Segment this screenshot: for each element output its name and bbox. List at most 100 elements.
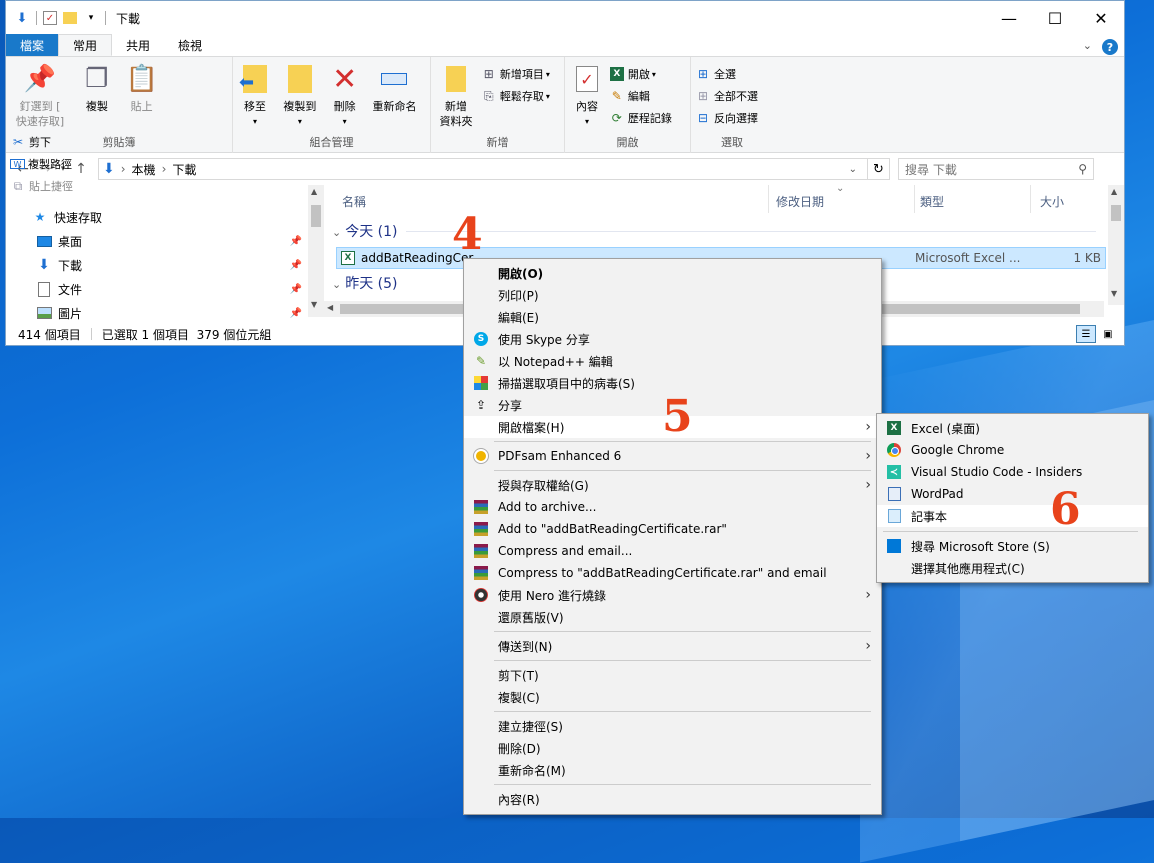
file-list-scrollbar[interactable]: ▲ ▼ xyxy=(1108,185,1124,305)
new-folder-icon[interactable] xyxy=(63,12,77,24)
menu-label: 使用 Nero 進行燒錄 xyxy=(498,588,607,603)
refresh-icon[interactable]: ↻ xyxy=(868,158,890,180)
pin-quick-access-button[interactable]: 📌 釘選到 [ 快速存取] xyxy=(10,61,70,129)
expand-ribbon-chevron-icon[interactable]: ⌄ xyxy=(1083,39,1092,55)
help-icon[interactable]: ? xyxy=(1102,39,1118,55)
open-label: 開啟 xyxy=(627,68,650,81)
new-small-buttons: ⊞ 新增項目 ▾ ⎘ 輕鬆存取 ▾ xyxy=(481,63,554,107)
paste-button[interactable]: 📋 貼上 xyxy=(124,61,160,114)
menu-item-rename[interactable]: 重新命名(M) xyxy=(464,759,881,781)
customize-toolbar-chevron-icon[interactable]: ▾ xyxy=(83,10,99,26)
select-none-label: 全部不選 xyxy=(714,90,758,103)
menu-item-skype-share[interactable]: S 使用 Skype 分享 xyxy=(464,328,881,350)
view-buttons: ☰ ▣ xyxy=(1076,325,1118,343)
excel-file-icon: X xyxy=(341,251,355,265)
close-button[interactable]: ✕ xyxy=(1078,1,1124,35)
menu-item-send-to[interactable]: 傳送到(N) › xyxy=(464,635,881,657)
copy-button[interactable]: ❐ 複製 xyxy=(74,61,120,114)
nav-item-documents[interactable]: 文件 📌 xyxy=(6,277,324,301)
delete-button[interactable]: ✕ 刪除 ▾ xyxy=(327,61,363,129)
menu-item-add-archive[interactable]: Add to archive... xyxy=(464,496,881,518)
tab-view[interactable]: 檢視 xyxy=(164,34,216,56)
open-with-vscode[interactable]: ≺ Visual Studio Code - Insiders xyxy=(877,461,1148,483)
scroll-up-arrow-icon[interactable]: ▲ xyxy=(311,187,317,196)
minimize-button[interactable]: — xyxy=(986,1,1032,35)
invert-selection-button[interactable]: ⊟ 反向選擇 xyxy=(695,107,762,129)
open-with-wordpad[interactable]: WordPad xyxy=(877,483,1148,505)
column-modified[interactable]: 修改日期 xyxy=(776,193,824,210)
scroll-down-arrow-icon[interactable]: ▼ xyxy=(311,300,317,309)
easy-access-button[interactable]: ⎘ 輕鬆存取 ▾ xyxy=(481,85,554,107)
file-scroll-thumb[interactable] xyxy=(1111,205,1121,221)
large-icons-view-icon[interactable]: ▣ xyxy=(1098,325,1118,343)
move-to-button[interactable]: ⬅ 移至 ▾ xyxy=(237,61,273,129)
nav-scroll-thumb[interactable] xyxy=(311,205,321,227)
select-all-icon: ⊞ xyxy=(697,67,709,81)
rename-button[interactable]: 重新命名 xyxy=(366,61,422,114)
choose-another-app[interactable]: 選擇其他應用程式(C) xyxy=(877,557,1148,579)
maximize-button[interactable]: ☐ xyxy=(1032,1,1078,35)
menu-item-pdfsam[interactable]: PDFsam Enhanced 6 › xyxy=(464,445,881,467)
breadcrumb-this-pc[interactable]: 本機 xyxy=(132,161,156,178)
edit-button[interactable]: ✎ 編輯 xyxy=(609,85,676,107)
new-folder-label-2: 資料夾 xyxy=(439,115,473,128)
scroll-left-arrow-icon[interactable]: ◀ xyxy=(327,303,333,312)
tab-share[interactable]: 共用 xyxy=(112,34,164,56)
copy-to-button[interactable]: 複製到 ▾ xyxy=(277,61,323,129)
tab-home[interactable]: 常用 xyxy=(58,34,113,56)
tab-file[interactable]: 檔案 xyxy=(6,34,59,56)
menu-item-properties[interactable]: 內容(R) xyxy=(464,788,881,810)
new-item-button[interactable]: ⊞ 新增項目 ▾ xyxy=(481,63,554,85)
group-header-today[interactable]: ⌄ 今天 (1) xyxy=(332,221,398,241)
history-button[interactable]: ⟳ 歷程記錄 xyxy=(609,107,676,129)
menu-item-nero-burn[interactable]: 使用 Nero 進行燒錄 › xyxy=(464,584,881,606)
properties-button[interactable]: ✓ 內容 ▾ xyxy=(569,61,605,129)
address-dropdown-chevron-icon[interactable]: ⌄ xyxy=(849,164,857,175)
search-microsoft-store[interactable]: 搜尋 Microsoft Store (S) xyxy=(877,535,1148,557)
file-scroll-up-icon[interactable]: ▲ xyxy=(1111,187,1117,196)
nav-pane-scrollbar[interactable]: ▲ ▼ xyxy=(308,185,324,317)
breadcrumb-downloads[interactable]: 下載 xyxy=(172,161,196,178)
menu-label: 以 Notepad++ 編輯 xyxy=(498,354,613,369)
open-with-chrome[interactable]: Google Chrome xyxy=(877,439,1148,461)
menu-item-copy[interactable]: 複製(C) xyxy=(464,686,881,708)
menu-item-open[interactable]: 開啟(O) xyxy=(464,262,881,284)
open-with-excel[interactable]: X Excel (桌面) xyxy=(877,417,1148,439)
menu-item-compress-rar-email[interactable]: Compress to "addBatReadingCertificate.ra… xyxy=(464,562,881,584)
pdfsam-icon xyxy=(473,448,489,464)
picture-icon xyxy=(36,305,52,321)
menu-item-cut[interactable]: 剪下(T) xyxy=(464,664,881,686)
copy-path-button[interactable]: W 複製路徑 xyxy=(10,153,77,175)
select-none-button[interactable]: ⊞ 全部不選 xyxy=(695,85,762,107)
menu-item-print[interactable]: 列印(P) xyxy=(464,284,881,306)
search-input[interactable]: 搜尋 下載 ⚲ xyxy=(898,158,1094,180)
menu-item-grant-access[interactable]: 授與存取權給(G) › xyxy=(464,474,881,496)
menu-label: 列印(P) xyxy=(498,288,539,303)
menu-label: 記事本 xyxy=(911,509,948,524)
file-scroll-down-icon[interactable]: ▼ xyxy=(1111,289,1117,298)
group-header-yesterday[interactable]: ⌄ 昨天 (5) xyxy=(332,273,398,293)
column-size[interactable]: 大小 xyxy=(1040,193,1064,210)
new-folder-button[interactable]: 新增 資料夾 xyxy=(435,61,477,129)
nav-item-downloads[interactable]: ⬇ 下載 📌 xyxy=(6,253,324,277)
menu-item-compress-email[interactable]: Compress and email... xyxy=(464,540,881,562)
group-divider xyxy=(406,231,1096,232)
open-with-notepad[interactable]: 記事本 xyxy=(877,505,1148,527)
select-all-button[interactable]: ⊞ 全選 xyxy=(695,63,762,85)
address-field[interactable]: ⬇ › 本機 › 下載 ⌄ xyxy=(98,158,868,180)
nav-item-quick-access[interactable]: ★ 快速存取 xyxy=(6,205,324,229)
menu-item-delete[interactable]: 刪除(D) xyxy=(464,737,881,759)
menu-item-restore-version[interactable]: 還原舊版(V) xyxy=(464,606,881,628)
nav-item-pictures[interactable]: 圖片 📌 xyxy=(6,301,324,325)
menu-item-add-rar[interactable]: Add to "addBatReadingCertificate.rar" xyxy=(464,518,881,540)
column-name[interactable]: 名稱 xyxy=(342,193,366,210)
pin-icon: 📌 xyxy=(23,63,57,94)
details-view-icon[interactable]: ☰ xyxy=(1076,325,1096,343)
menu-item-edit[interactable]: 編輯(E) xyxy=(464,306,881,328)
column-type[interactable]: 類型 xyxy=(920,193,944,210)
menu-item-notepadpp[interactable]: ✎ 以 Notepad++ 編輯 xyxy=(464,350,881,372)
properties-check-icon[interactable]: ✓ xyxy=(43,11,57,25)
menu-item-create-shortcut[interactable]: 建立捷徑(S) xyxy=(464,715,881,737)
open-button[interactable]: X 開啟 ▾ xyxy=(609,63,676,85)
nav-item-desktop[interactable]: 桌面 📌 xyxy=(6,229,324,253)
